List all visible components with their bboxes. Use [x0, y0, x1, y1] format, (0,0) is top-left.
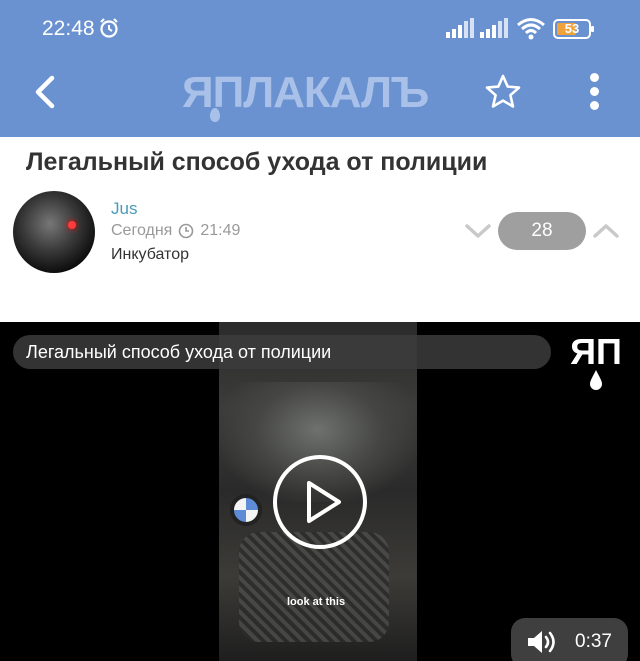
back-icon[interactable]	[30, 72, 60, 112]
vote-up-icon[interactable]	[591, 219, 621, 243]
alarm-icon	[100, 18, 118, 38]
star-icon[interactable]	[484, 73, 522, 111]
post-date: Сегодня	[111, 222, 173, 239]
battery-icon: 53	[553, 19, 594, 39]
post-category[interactable]: Инкубатор	[111, 246, 189, 264]
avatar[interactable]	[13, 191, 95, 273]
logo-drop	[210, 108, 220, 122]
more-icon[interactable]	[585, 73, 603, 113]
vote-down-icon[interactable]	[463, 219, 493, 243]
video-caption: look at this	[287, 596, 346, 608]
vote-count: 28	[498, 212, 586, 250]
post-time: 21:49	[200, 222, 241, 239]
volume-icon[interactable]	[525, 627, 559, 657]
logo-text: ЯПЛАКАЛЪ	[182, 68, 429, 117]
signal-icon	[480, 18, 508, 38]
video-duration: 0:37	[575, 631, 612, 652]
site-logo[interactable]: ЯПЛАКАЛЪ	[182, 68, 462, 122]
bmw-logo	[230, 494, 262, 526]
status-bar: 22:48 53	[0, 0, 640, 58]
post-title[interactable]: Легальный способ ухода от полиции	[26, 148, 487, 177]
battery-level: 53	[564, 21, 580, 36]
video-player[interactable]: Легальный способ ухода от полиции ЯП loo…	[0, 322, 640, 661]
post-meta: Сегодня 21:49	[111, 222, 240, 240]
video-title: Легальный способ ухода от полиции	[13, 335, 551, 369]
wifi-icon	[517, 18, 545, 40]
signal-icon	[446, 18, 474, 38]
watermark-text: ЯП	[570, 332, 622, 372]
watermark-logo: ЯП	[570, 332, 622, 390]
status-time: 22:48	[42, 17, 95, 40]
video-controls[interactable]: 0:37	[511, 618, 628, 661]
author-name[interactable]: Jus	[111, 199, 137, 219]
play-icon[interactable]	[271, 453, 369, 551]
app-header: 22:48 53 ЯПЛАКАЛЪ	[0, 0, 640, 137]
clock-icon	[179, 223, 194, 239]
